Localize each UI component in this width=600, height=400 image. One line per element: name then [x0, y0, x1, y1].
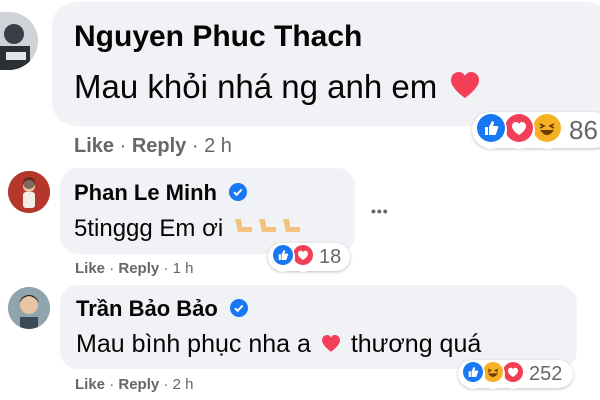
comment-actions: Like · Reply · 1 h — [75, 260, 193, 277]
comment-author[interactable]: Nguyen Phuc Thach — [74, 20, 362, 54]
avatar[interactable] — [0, 12, 38, 70]
comment-actions: Like · Reply · 2 h — [74, 135, 232, 158]
like-reaction-icon — [461, 359, 485, 389]
love-reaction-icon — [503, 111, 535, 149]
comment-text: Mau bình phục nha a thương quá — [76, 330, 481, 360]
comment-text-tail: thương quá — [350, 330, 482, 358]
reply-link[interactable]: Reply — [132, 135, 186, 157]
reaction-count: 18 — [319, 245, 342, 268]
reaction-summary[interactable]: 18 — [268, 242, 350, 272]
haha-reaction-icon — [531, 111, 563, 149]
comment-author[interactable]: Phan Le Minh — [74, 180, 248, 207]
comment-phan-le-minh: Phan Le Minh 5tinggg Em ơi ••• Like · Re… — [0, 165, 600, 280]
comment-bubble: Trần Bảo Bảo Mau bình phục nha a thương … — [60, 285, 577, 369]
author-name: Phan Le Minh — [74, 180, 217, 205]
comment-tran-bao-bao: Trần Bảo Bảo Mau bình phục nha a thương … — [0, 280, 600, 400]
separator-dot: · — [163, 376, 173, 393]
reaction-count: 252 — [529, 362, 563, 385]
verified-badge-icon — [229, 297, 248, 323]
comment-bubble: Phan Le Minh 5tinggg Em ơi — [60, 168, 355, 254]
separator-dot: · — [119, 135, 132, 157]
comment-bubble: Nguyen Phuc Thach Mau khỏi nhá ng anh em — [52, 2, 600, 126]
comment-text-body: Mau bình phục nha a — [76, 330, 311, 358]
leg-emoji-icon — [232, 215, 304, 244]
comment-text: 5tinggg Em ơi — [74, 215, 304, 244]
heart-icon — [321, 331, 341, 360]
comment-time[interactable]: 1 h — [173, 260, 194, 277]
separator-dot: · — [109, 376, 119, 393]
comment-text-body: Mau khỏi nhá ng anh em — [74, 68, 438, 105]
reaction-count: 86 — [569, 114, 598, 145]
comment-time[interactable]: 2 h — [204, 135, 232, 157]
author-name: Trần Bảo Bảo — [76, 296, 218, 321]
comment-text-body: 5tinggg Em ơi — [74, 215, 224, 242]
like-reaction-icon — [271, 242, 295, 272]
avatar[interactable] — [8, 287, 50, 329]
more-options-button[interactable]: ••• — [371, 203, 389, 219]
reply-link[interactable]: Reply — [118, 260, 159, 277]
comment-text: Mau khỏi nhá ng anh em — [74, 68, 480, 108]
avatar[interactable] — [8, 171, 50, 213]
comment-actions: Like · Reply · 2 h — [75, 376, 193, 393]
like-link[interactable]: Like — [75, 260, 105, 277]
comment-author[interactable]: Trần Bảo Bảo — [76, 296, 248, 323]
comment-nguyen-phuc-thach: Nguyen Phuc Thach Mau khỏi nhá ng anh em… — [0, 0, 600, 165]
heart-icon — [450, 70, 480, 108]
reaction-summary[interactable]: 86 — [472, 111, 600, 149]
separator-dot: · — [109, 260, 119, 277]
comment-time[interactable]: 2 h — [173, 376, 194, 393]
verified-badge-icon — [229, 181, 248, 207]
like-link[interactable]: Like — [74, 135, 114, 157]
like-reaction-icon — [475, 111, 507, 149]
separator-dot: · — [191, 135, 205, 157]
separator-dot: · — [163, 260, 173, 277]
reaction-summary[interactable]: 252 — [458, 359, 573, 389]
reply-link[interactable]: Reply — [118, 376, 159, 393]
like-link[interactable]: Like — [75, 376, 105, 393]
